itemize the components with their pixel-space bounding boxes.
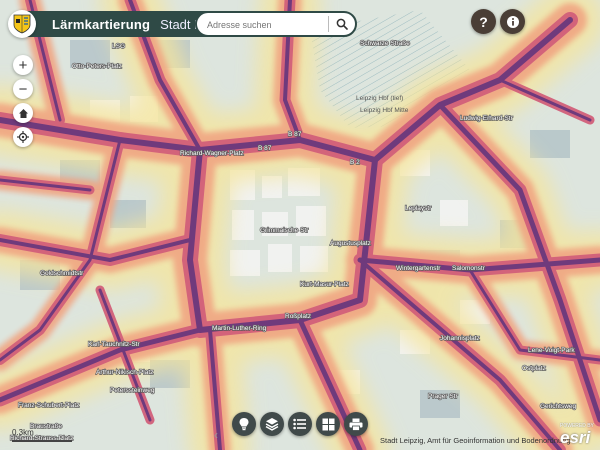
app-title: Lärmkartierung [52,16,151,32]
app-header: Lärmkartierung Stadt Leipzig [0,9,357,39]
info-icon [506,15,519,28]
coat-of-arms-icon [13,14,31,34]
print-button[interactable] [344,412,368,436]
plus-icon: + [18,56,28,74]
search-box [195,11,357,37]
locate-icon [17,131,29,143]
legend-button[interactable] [232,412,256,436]
label-b2: B 2 [350,159,360,166]
label-ludwig-erhard: Ludwig-Erhard-Str [460,115,514,122]
label-goldschmidtstr: Goldschmidtstr [40,270,84,277]
label-augustusplatz: Augustusplatz [330,240,371,247]
search-separator [328,16,329,32]
label-leipzig-hbf-a: Leipzig Hbf (tief) [356,95,403,102]
scale-label: 0.3km [12,428,34,437]
label-peterssteinweg: Peterssteinweg [110,387,155,394]
locate-button[interactable] [13,127,33,147]
label-rossplatz: Roßplatz [285,313,311,320]
label-ostplatz: Ostplatz [522,365,546,372]
bottom-toolbar [232,412,368,440]
label-schwarzes: Schwarze Straße [360,40,410,47]
label-johannisplatz: Johannisplatz [440,335,480,342]
zoom-in-button[interactable]: + [13,55,33,75]
list-button[interactable] [288,412,312,436]
label-grimmaische: Grimmaische Str [260,227,309,234]
label-leipzig-hbf-b: Leipzig Hbf Mitte [360,107,409,114]
home-button[interactable] [13,103,33,123]
layers-icon [265,418,279,431]
noise-map[interactable]: LSG Otto-Peters-Platz Richard-Wagner-Pla… [0,0,600,450]
attribution: Stadt Leipzig, Amt für Geoinformation un… [380,436,571,445]
label-gerichtsweg: Gerichtsweg [540,403,577,410]
label-martin-luther-ring: Martin-Luther-Ring [212,325,267,332]
label-leplaystr: Leplaystr [405,205,432,212]
label-franz-schubert: Franz-Schubert-Platz [18,402,79,409]
label-arthur-nikisch: Arthur-Nikisch-Platz [96,369,153,376]
label-otto-peters-platz: Otto-Peters-Platz [72,63,122,70]
search-input[interactable] [205,16,327,34]
esri-logo: esri [560,428,591,447]
label-lene-voigt: Lene-Voigt-Park [528,347,575,354]
chevron-left-icon[interactable]: ‹ [214,428,218,442]
label-prager-str: Prager Str [428,393,458,400]
home-icon [18,108,28,118]
label-braustrasse: Braustraße [30,423,63,430]
city-logo[interactable] [8,10,36,38]
list-icon [293,418,306,430]
printer-icon [349,418,363,431]
label-b87-b: B 87 [288,131,302,138]
zoom-out-button[interactable]: − [13,79,33,99]
help-icon: ? [479,13,488,30]
layers-button[interactable] [260,412,284,436]
search-icon [336,18,348,30]
label-lsg: LSG [112,43,125,50]
label-richard-wagner-platz: Richard-Wagner-Platz [180,150,244,157]
label-karl-tauchnitz: Karl-Tauchnitz-Str [88,341,140,348]
search-button[interactable] [332,14,352,34]
minus-icon: − [18,80,28,98]
basemap-button[interactable] [316,412,340,436]
label-kurt-masur: Kurt-Masur-Platz [300,281,349,288]
lightbulb-icon [239,418,249,431]
label-salomonstr: Salomonstr [452,265,486,272]
label-b87-a: B 87 [258,145,272,152]
grid-icon [322,418,334,430]
help-button[interactable]: ? [471,9,496,34]
info-button[interactable] [500,9,525,34]
label-wintergarten: Wintergartenstr [396,265,441,272]
scale-bar [12,440,72,442]
